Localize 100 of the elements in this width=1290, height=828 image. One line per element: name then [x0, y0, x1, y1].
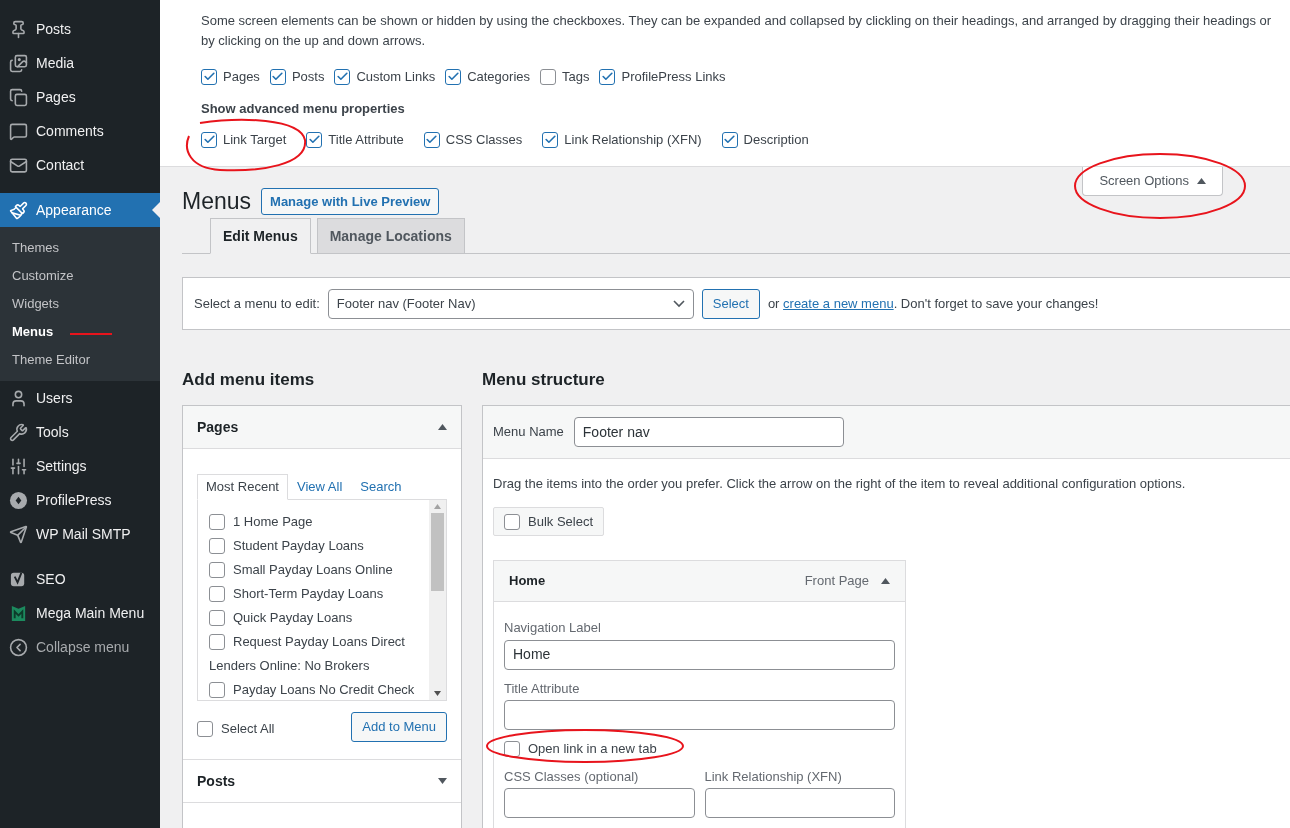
sidebar-item[interactable]: Collapse menu — [0, 630, 160, 664]
menu-name-label: Menu Name — [493, 423, 564, 442]
checkbox-label: Title Attribute — [328, 131, 404, 149]
advanced-heading: Show advanced menu properties — [201, 99, 406, 118]
nav-tab[interactable]: Edit Menus — [210, 218, 311, 254]
panel-tab[interactable]: Search — [351, 474, 411, 500]
sidebar-item[interactable]: Pages — [0, 80, 160, 114]
create-menu-link[interactable]: create a new menu — [783, 295, 894, 311]
checkbox-label: Description — [743, 131, 809, 149]
field-label: CSS Classes (optional) — [504, 767, 640, 786]
sidebar-item[interactable]: SEO — [0, 562, 160, 596]
checkbox[interactable] — [721, 131, 738, 148]
sidebar-item[interactable]: Contact — [0, 148, 160, 182]
accordion-header[interactable]: Posts — [183, 759, 461, 802]
triangle-icon — [881, 578, 890, 584]
checkbox[interactable] — [306, 131, 323, 148]
menu-item-header[interactable]: Home Front Page — [494, 561, 905, 602]
envelope-icon — [9, 155, 28, 175]
triangle-icon — [1197, 178, 1206, 184]
paintbrush-icon — [9, 200, 28, 220]
page-item-label: Short-Term Payday Loans — [233, 585, 384, 604]
css-classes-field[interactable] — [504, 788, 695, 818]
checkbox[interactable] — [209, 538, 225, 554]
sidebar-item[interactable]: Posts — [0, 12, 160, 46]
checkbox[interactable] — [540, 68, 556, 85]
page-item-label: 1 Home Page — [233, 513, 313, 532]
sidebar-item[interactable]: ProfilePress — [0, 483, 160, 517]
submenu-item[interactable]: Customize — [0, 262, 160, 290]
screen-options-description: Some screen elements can be shown or hidden by using the checkboxes. They can be expanded and collapsed by clickling on their headings, and arranged by dragging their headings or by clicking on the up and down arrows. — [201, 12, 1273, 50]
checkbox[interactable] — [197, 721, 213, 737]
scroll-up-icon[interactable] — [434, 504, 441, 509]
submenu-item[interactable]: Widgets — [0, 290, 160, 318]
checkbox-label: Link Relationship (XFN) — [564, 131, 702, 149]
submenu-item[interactable]: Theme Editor — [0, 346, 160, 374]
menu-select[interactable]: Footer nav (Footer Nav) — [327, 288, 694, 319]
checkbox-label: Custom Links — [356, 68, 436, 86]
checkbox[interactable] — [201, 131, 217, 148]
sidebar-item[interactable]: Appearance — [0, 193, 160, 227]
screen-options-toggle[interactable]: Screen Options — [1082, 167, 1223, 196]
panel-tab[interactable]: Most Recent — [197, 474, 288, 500]
panel-tab[interactable]: View All — [288, 474, 352, 500]
page-item-label: Lenders Online: No Brokers — [209, 657, 370, 676]
sidebar-item[interactable]: Users — [0, 381, 160, 415]
checkbox-label: Pages — [223, 68, 260, 86]
page-item-label: Student Payday Loans — [233, 537, 364, 556]
scroll-down-icon[interactable] — [434, 691, 441, 696]
checkbox[interactable] — [209, 682, 225, 698]
field-label: Title Attribute — [504, 679, 581, 698]
checkbox-label: Categories — [467, 68, 530, 86]
sliders-icon — [9, 456, 28, 476]
checkbox[interactable] — [209, 586, 225, 602]
live-preview-button[interactable]: Manage with Live Preview — [261, 188, 440, 215]
checkbox[interactable] — [209, 562, 225, 578]
checkbox[interactable] — [423, 131, 440, 148]
checkbox[interactable] — [201, 68, 217, 85]
checkbox[interactable] — [334, 68, 351, 85]
submenu-item[interactable]: Menus — [0, 318, 160, 346]
checkbox[interactable] — [209, 514, 225, 530]
sidebar-item[interactable]: Media — [0, 46, 160, 80]
checkbox-label: Open link in a new tab — [528, 740, 657, 758]
bulk-select-button[interactable]: Bulk Select — [493, 507, 605, 536]
select-button[interactable]: Select — [701, 288, 760, 319]
user-icon — [9, 388, 28, 408]
checkbox[interactable] — [269, 68, 286, 85]
accordion-header[interactable]: Pages — [183, 406, 461, 449]
sidebar-item[interactable]: WP Mail SMTP — [0, 517, 160, 551]
checkbox[interactable] — [542, 131, 559, 148]
xfn-field[interactable] — [704, 788, 895, 818]
field-label: Navigation Label — [504, 619, 602, 637]
checkbox-label: CSS Classes — [445, 131, 523, 149]
sidebar-item[interactable]: Tools — [0, 415, 160, 449]
add-to-menu-button[interactable]: Add to Menu — [351, 712, 447, 742]
title-attribute-field[interactable] — [504, 700, 895, 730]
sidebar-item[interactable]: Mega Main Menu — [0, 596, 160, 630]
checkbox[interactable] — [209, 610, 225, 626]
checkbox[interactable] — [504, 513, 520, 530]
navigation-label-field[interactable]: Home — [504, 639, 895, 670]
column-heading: Add menu items — [182, 369, 316, 391]
sidebar-item[interactable]: Comments — [0, 114, 160, 148]
instructions: Drag the items into the order you prefer. Click the arrow on the right of the item to reveal additional configuration options. — [493, 475, 1187, 493]
triangle-icon — [438, 424, 447, 430]
collapse-icon — [9, 637, 28, 657]
checkbox[interactable] — [209, 634, 225, 650]
page-title: Menus — [182, 187, 252, 216]
scrollbar[interactable] — [429, 500, 446, 700]
media-icon — [9, 53, 28, 73]
checkbox[interactable] — [445, 68, 462, 85]
submenu-item[interactable]: Themes — [0, 234, 160, 262]
pin-icon — [9, 19, 28, 39]
page-item-label: Payday Loans No Credit Check — [233, 681, 415, 700]
checkbox[interactable] — [599, 68, 616, 85]
chevron-down-icon — [672, 299, 685, 308]
m-logo-icon — [9, 603, 28, 623]
menu-name-field[interactable]: Footer nav — [573, 417, 844, 447]
annotation-underline — [69, 333, 113, 335]
nav-tab[interactable]: Manage Locations — [316, 218, 465, 254]
triangle-icon — [438, 778, 447, 784]
checkbox[interactable] — [504, 740, 520, 757]
checkbox-label: Tags — [562, 68, 590, 86]
sidebar-item[interactable]: Settings — [0, 449, 160, 483]
